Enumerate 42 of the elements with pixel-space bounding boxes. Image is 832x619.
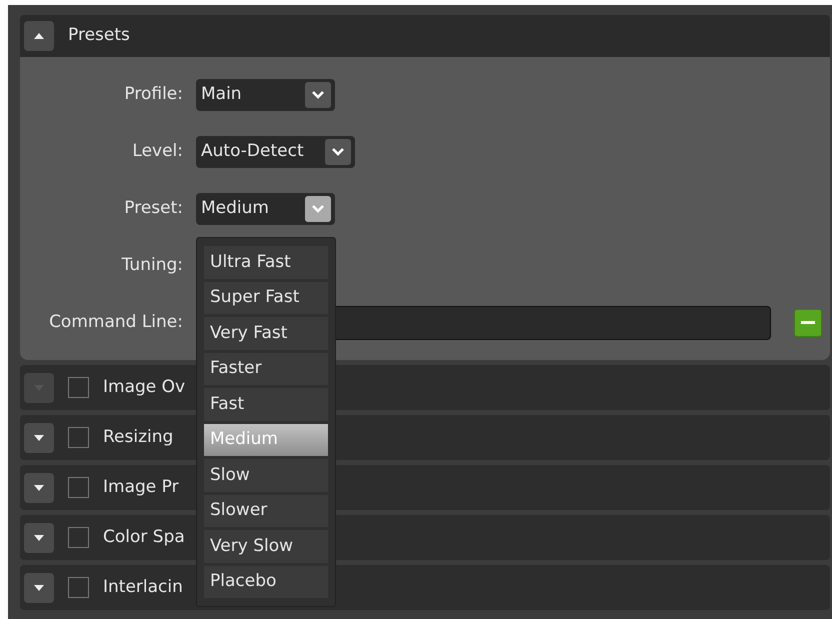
minus-icon [801, 321, 815, 325]
field-label: Tuning: [120, 254, 183, 278]
field-label: Preset: [123, 197, 183, 220]
menu-item[interactable]: Placebo [204, 566, 328, 598]
menu-item[interactable]: Ultra Fast [204, 246, 328, 278]
expand-icon [33, 534, 45, 542]
section-title: Color Spa [103, 526, 185, 549]
menu-item[interactable]: Fast [204, 388, 328, 420]
chevron-down-icon [311, 90, 325, 100]
toggle-button[interactable] [24, 422, 54, 452]
menu-item[interactable]: Very Slow [204, 530, 328, 562]
menu-item[interactable]: Faster [204, 352, 328, 385]
section-title: Interlacin [103, 576, 183, 599]
chevron-down-icon [311, 204, 325, 214]
toggle-button[interactable] [24, 522, 54, 552]
collapse-icon [33, 32, 45, 40]
dropdown[interactable]: Medium [196, 193, 335, 225]
menu-item[interactable]: Slower [204, 494, 328, 527]
menu-item[interactable]: Super Fast [204, 282, 328, 314]
checkbox[interactable] [68, 477, 89, 498]
remove-button[interactable] [794, 309, 822, 337]
dropdown[interactable]: Auto-Detect [196, 136, 355, 168]
chevron-down-icon [331, 147, 345, 157]
field-label: Level: [131, 140, 183, 164]
group-title: Presets [68, 24, 130, 48]
section-title: Image Ov [103, 376, 186, 399]
toggle-button[interactable] [24, 572, 54, 602]
expand-icon [33, 434, 45, 442]
checkbox[interactable] [68, 427, 89, 448]
field-label: Profile: [123, 83, 183, 106]
section-title: Resizing [103, 426, 174, 449]
menu-item[interactable]: Slow [204, 459, 328, 492]
checkbox[interactable] [68, 527, 89, 548]
expand-icon [33, 484, 45, 492]
toggle-button[interactable] [24, 472, 54, 502]
section-title: Image Pr [103, 476, 179, 499]
checkbox[interactable] [68, 577, 89, 598]
toggle-button[interactable] [24, 21, 54, 51]
field-label: Command Line: [48, 311, 183, 334]
dropdown[interactable]: Main [196, 79, 335, 111]
expand-icon [33, 584, 45, 592]
menu-item[interactable]: Very Fast [204, 317, 328, 350]
